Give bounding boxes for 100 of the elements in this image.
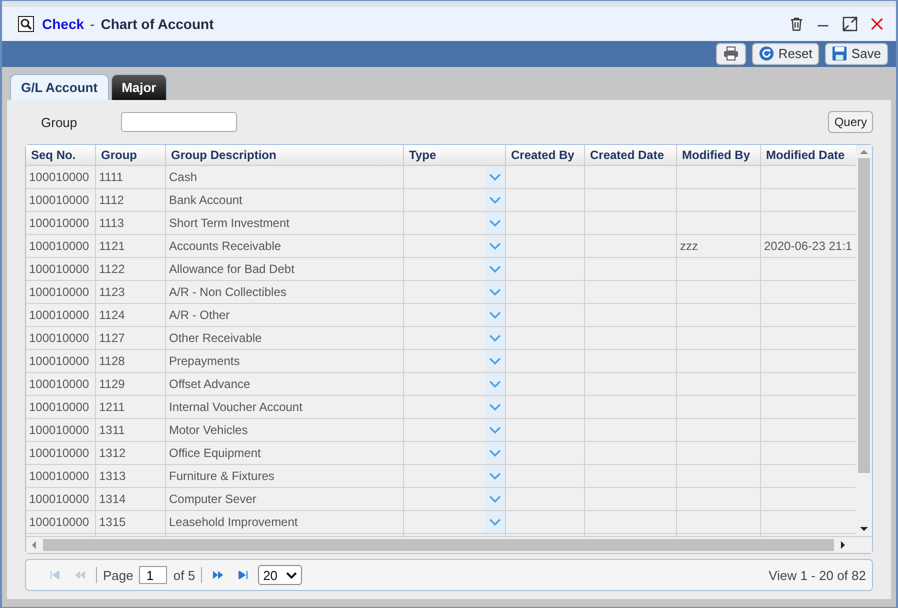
table-cell: 100010000: [26, 465, 96, 488]
page-number-field[interactable]: 1: [139, 566, 168, 584]
type-dropdown[interactable]: [485, 350, 505, 372]
table-cell: 1311: [96, 419, 166, 442]
type-dropdown[interactable]: [485, 396, 505, 418]
refresh-icon: [759, 46, 774, 62]
chevron-down-icon: [489, 449, 501, 457]
table-cell: 1123: [96, 281, 166, 304]
chevron-down-icon: [489, 288, 501, 296]
table-cell: 1127: [96, 327, 166, 350]
type-dropdown[interactable]: [485, 373, 505, 395]
column-header[interactable]: Modified Date: [761, 145, 856, 166]
chevron-down-icon: [489, 311, 501, 319]
scroll-left-icon[interactable]: [31, 541, 37, 549]
group-input-field[interactable]: [121, 112, 237, 132]
column-header[interactable]: Group: [96, 145, 166, 166]
table-cell: A/R - Non Collectibles: [166, 281, 404, 304]
chevron-down-icon: [489, 242, 501, 250]
table-cell: 1129: [96, 373, 166, 396]
type-dropdown[interactable]: [485, 419, 505, 441]
table-cell: Accounts Receivable: [166, 235, 404, 258]
table-cell: 100010000: [26, 281, 96, 304]
table-cell: 100010000: [26, 189, 96, 212]
table-cell: Leasehold Improvement: [166, 511, 404, 534]
vertical-scrollbar[interactable]: [856, 145, 872, 536]
tab[interactable]: Major: [110, 74, 168, 100]
column-header[interactable]: Created Date: [585, 145, 677, 166]
table-cell: 100010000: [26, 488, 96, 511]
table-cell: Office Equipment: [166, 442, 404, 465]
table-cell: 100010000: [26, 350, 96, 373]
query-button[interactable]: Query: [828, 111, 873, 133]
save-button[interactable]: Save: [825, 42, 888, 65]
table-cell: zzz: [677, 235, 761, 258]
maximize-icon[interactable]: [842, 16, 858, 32]
type-dropdown[interactable]: [485, 465, 505, 487]
type-dropdown[interactable]: [485, 235, 505, 257]
magnifier-icon: [18, 16, 34, 32]
table-cell: 1111: [96, 166, 166, 189]
scroll-down-icon[interactable]: [860, 526, 868, 532]
table-cell: 100010000: [26, 396, 96, 419]
table-cell: Computer Sever: [166, 488, 404, 511]
table-cell: Other Receivable: [166, 327, 404, 350]
type-dropdown[interactable]: [485, 166, 505, 188]
table-cell: 100010000: [26, 166, 96, 189]
close-icon[interactable]: [870, 16, 884, 31]
scroll-up-icon[interactable]: [860, 149, 868, 155]
table-cell: Internal Voucher Account: [166, 396, 404, 419]
table-cell: Prepayments: [166, 350, 404, 373]
chevron-down-icon: [489, 265, 501, 273]
table-cell: 1314: [96, 488, 166, 511]
table-cell: 1211: [96, 396, 166, 419]
chevron-down-icon: [489, 495, 501, 503]
chevron-down-icon: [489, 357, 501, 365]
table-cell: 1313: [96, 465, 166, 488]
type-dropdown[interactable]: [485, 304, 505, 326]
chevron-down-icon: [489, 403, 501, 411]
table-cell: 100010000: [26, 258, 96, 281]
page-label: Page: [103, 568, 134, 582]
chevron-down-icon: [489, 472, 501, 480]
chevron-down-icon: [489, 380, 501, 388]
table-cell: A/R - Other: [166, 304, 404, 327]
type-dropdown[interactable]: [485, 281, 505, 303]
type-dropdown[interactable]: [485, 327, 505, 349]
group-label: Group: [41, 114, 78, 130]
window-title: Chart of Account: [100, 16, 214, 32]
column-header[interactable]: Type: [404, 145, 506, 166]
reset-button[interactable]: Reset: [752, 42, 820, 65]
column-header[interactable]: Created By: [506, 145, 585, 166]
table-cell: 1121: [96, 235, 166, 258]
table-cell: 100010000: [26, 511, 96, 534]
type-dropdown[interactable]: [485, 488, 505, 510]
column-header[interactable]: Modified By: [677, 145, 761, 166]
scrollbar-thumb[interactable]: [42, 539, 834, 551]
horizontal-scrollbar[interactable]: [26, 536, 872, 553]
chevron-down-icon: [489, 196, 501, 204]
table-cell: 1113: [96, 212, 166, 235]
table-cell: Motor Vehicles: [166, 419, 404, 442]
table-cell: Bank Account: [166, 189, 404, 212]
page-size-select[interactable]: 20: [258, 565, 302, 585]
table-cell: 1128: [96, 350, 166, 373]
type-dropdown[interactable]: [485, 189, 505, 211]
type-dropdown[interactable]: [485, 212, 505, 234]
table-cell: Cash: [166, 166, 404, 189]
type-dropdown[interactable]: [485, 258, 505, 280]
column-header[interactable]: Seq No.: [26, 145, 96, 166]
type-dropdown[interactable]: [485, 511, 505, 533]
chevron-down-icon: [489, 173, 501, 181]
print-button[interactable]: [716, 42, 746, 65]
column-header[interactable]: Group Description: [166, 145, 404, 166]
table-cell: Furniture & Fixtures: [166, 465, 404, 488]
scroll-right-icon[interactable]: [840, 541, 846, 549]
record-range-text: View 1 - 20 of 82: [768, 568, 866, 582]
trash-icon[interactable]: [789, 16, 804, 32]
scrollbar-thumb[interactable]: [858, 158, 870, 473]
chevron-down-icon: [489, 518, 501, 526]
table-cell: 100010000: [26, 419, 96, 442]
table-cell: 100010000: [26, 235, 96, 258]
table-cell: 1315: [96, 511, 166, 534]
type-dropdown[interactable]: [485, 442, 505, 464]
tab[interactable]: G/L Account: [10, 74, 109, 100]
